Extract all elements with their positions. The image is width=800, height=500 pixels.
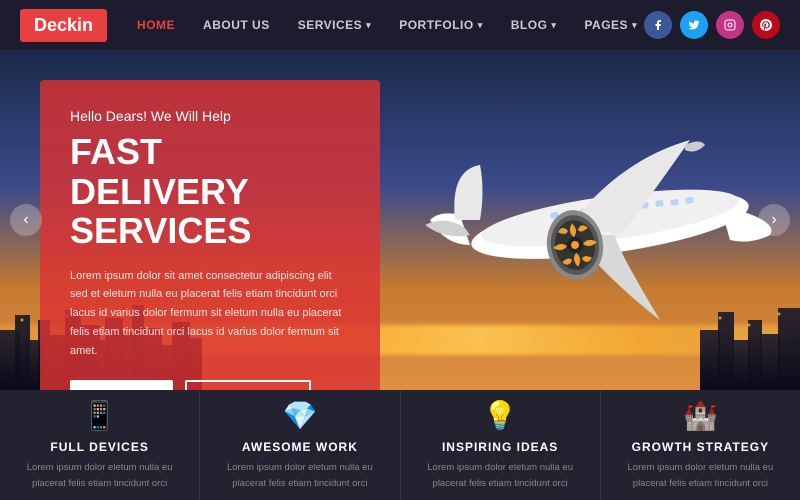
feature-item-1: 💎 AWESOME WORK Lorem ipsum dolor eletum … [200, 390, 400, 500]
logo[interactable]: Deckin [20, 9, 107, 42]
twitter-icon[interactable] [680, 11, 708, 39]
facebook-icon[interactable] [644, 11, 672, 39]
pinterest-icon[interactable] [752, 11, 780, 39]
feature-icon-3: 🏰 [683, 399, 718, 432]
feature-item-2: 💡 INSPIRING IDEAS Lorem ipsum dolor elet… [401, 390, 601, 500]
feature-icon-0: 📱 [82, 399, 117, 432]
carousel-prev-button[interactable]: ‹ [10, 204, 42, 236]
hero-title-line1: FAST DELIVERY [70, 131, 249, 212]
pages-caret: ▾ [632, 20, 637, 31]
carousel-next-button[interactable]: › [758, 204, 790, 236]
feature-title-0: FULL DEVICES [50, 440, 148, 454]
nav-services[interactable]: SERVICES ▾ [298, 18, 372, 32]
features-section: 📱 FULL DEVICES Lorem ipsum dolor eletum … [0, 390, 800, 500]
navbar: Deckin HOME ABOUT US SERVICES ▾ PORTFOLI… [0, 0, 800, 50]
feature-title-3: GROWTH STRATEGY [632, 440, 769, 454]
blog-caret: ▾ [551, 20, 556, 31]
feature-icon-2: 💡 [483, 399, 518, 432]
nav-home[interactable]: HOME [137, 18, 175, 32]
social-icons [644, 11, 780, 39]
hero-subtitle: Hello Dears! We Will Help [70, 108, 350, 124]
hero-buttons: SERVICES CONTACT US [70, 380, 350, 390]
feature-text-0: Lorem ipsum dolor eletum nulla eu placer… [20, 460, 179, 490]
feature-item-3: 🏰 GROWTH STRATEGY Lorem ipsum dolor elet… [601, 390, 800, 500]
nav-about[interactable]: ABOUT US [203, 18, 270, 32]
nav-links: HOME ABOUT US SERVICES ▾ PORTFOLIO ▾ BLO… [137, 18, 644, 32]
contact-button[interactable]: CONTACT US [185, 380, 310, 390]
feature-text-2: Lorem ipsum dolor eletum nulla eu placer… [421, 460, 580, 490]
hero-card: Hello Dears! We Will Help FAST DELIVERY … [40, 80, 380, 390]
feature-text-1: Lorem ipsum dolor eletum nulla eu placer… [220, 460, 379, 490]
services-caret: ▾ [366, 20, 371, 31]
feature-text-3: Lorem ipsum dolor eletum nulla eu placer… [621, 460, 780, 490]
hero-body-text: Lorem ipsum dolor sit amet consectetur a… [70, 267, 350, 360]
feature-item-0: 📱 FULL DEVICES Lorem ipsum dolor eletum … [0, 390, 200, 500]
hero-title-line2: SERVICES [70, 210, 251, 251]
services-button[interactable]: SERVICES [70, 380, 173, 390]
nav-pages[interactable]: PAGES ▾ [584, 18, 637, 32]
nav-blog[interactable]: BLOG ▾ [511, 18, 557, 32]
hero-section: Hello Dears! We Will Help FAST DELIVERY … [0, 50, 800, 390]
instagram-icon[interactable] [716, 11, 744, 39]
feature-title-1: AWESOME WORK [242, 440, 358, 454]
nav-portfolio[interactable]: PORTFOLIO ▾ [399, 18, 483, 32]
hero-title: FAST DELIVERY SERVICES [70, 132, 350, 251]
feature-icon-1: 💎 [282, 399, 317, 432]
portfolio-caret: ▾ [478, 20, 483, 31]
feature-title-2: INSPIRING IDEAS [442, 440, 558, 454]
